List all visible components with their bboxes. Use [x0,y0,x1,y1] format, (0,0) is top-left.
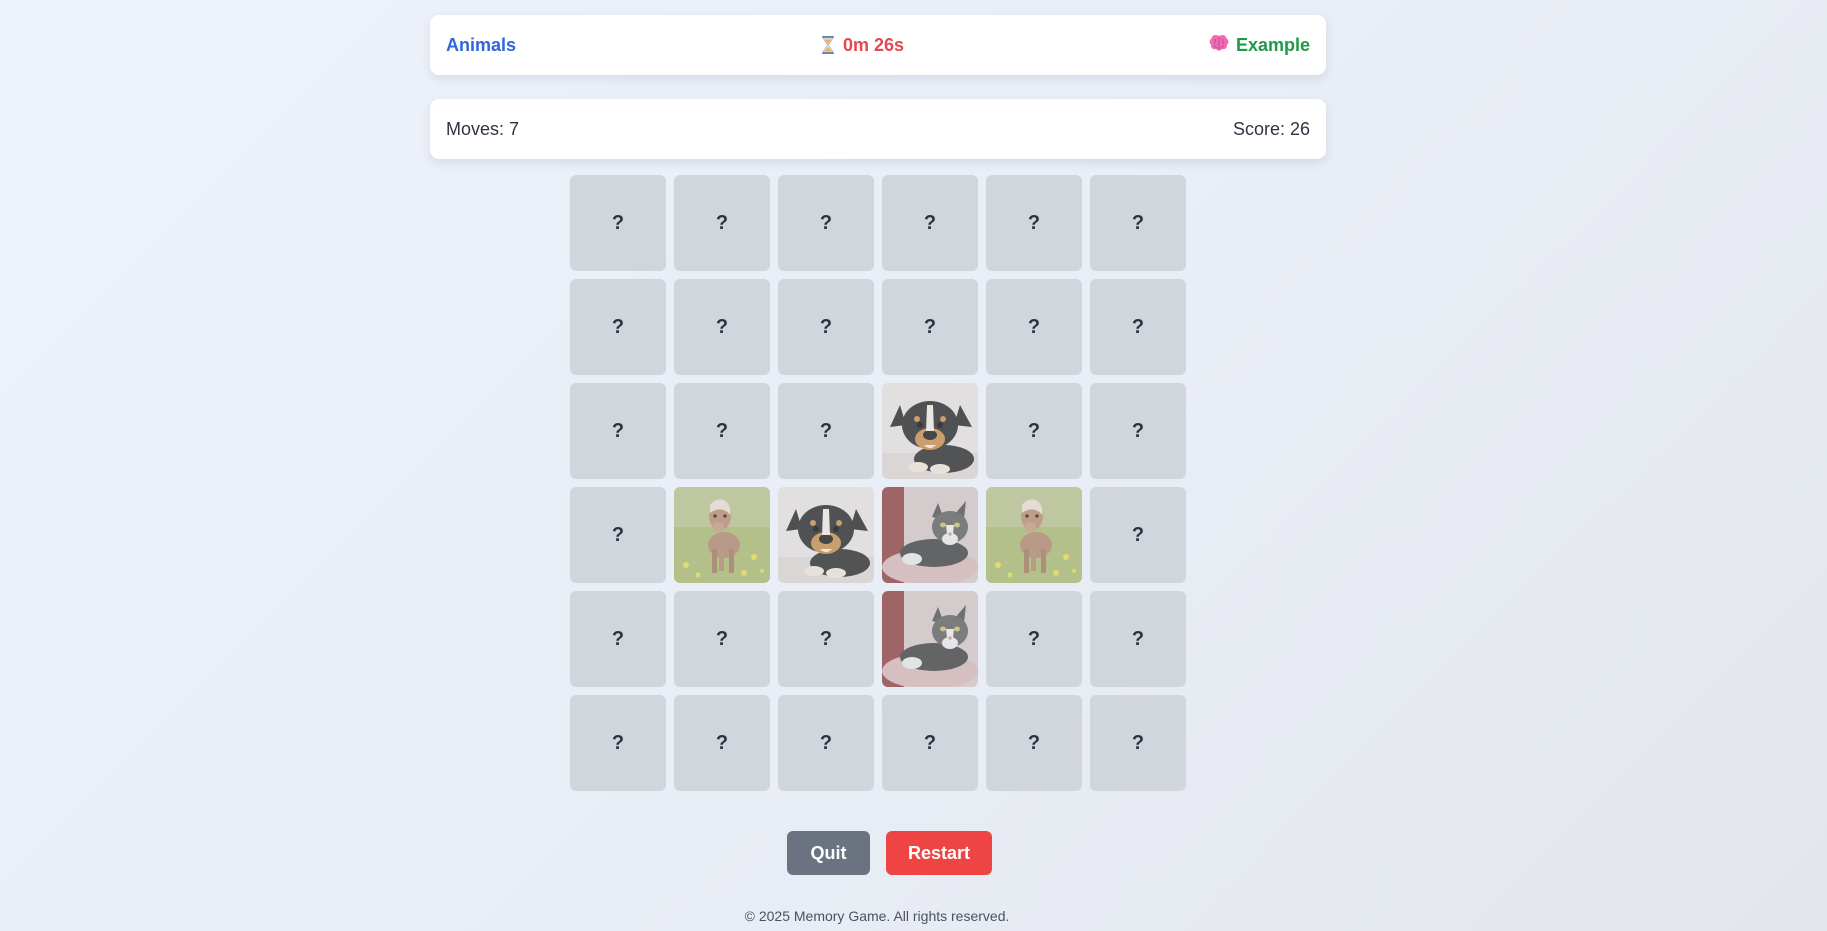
restart-button[interactable]: Restart [886,831,992,875]
memory-card-hidden[interactable]: ? [986,175,1082,271]
memory-card-pony[interactable] [674,487,770,583]
cat-image [882,487,978,583]
memory-card-hidden[interactable]: ? [674,695,770,791]
memory-card-hidden[interactable]: ? [986,695,1082,791]
card-grid: ??????????????? ??? ? ? ? ? ? ? ? ? ? ? … [570,175,1186,791]
memory-card-hidden[interactable]: ? [986,279,1082,375]
memory-card-hidden[interactable]: ? [1090,383,1186,479]
memory-card-hidden[interactable]: ? [1090,591,1186,687]
memory-card-hidden[interactable]: ? [778,383,874,479]
memory-card-hidden[interactable]: ? [1090,695,1186,791]
player-name: Example [1235,34,1310,55]
timer-value: 0m 26s [842,34,905,55]
cat-image [882,591,978,687]
memory-card-puppy[interactable] [882,383,978,479]
memory-card-cat[interactable] [882,487,978,583]
memory-card-hidden[interactable]: ? [882,175,978,271]
game-header: Animals 0m 26s Example [430,15,1326,75]
memory-card-hidden[interactable]: ? [778,279,874,375]
memory-card-hidden[interactable]: ? [986,591,1082,687]
quit-button[interactable]: Quit [787,831,870,875]
footer-copyright: © 2025 Memory Game. All rights reserved. [744,908,1010,924]
memory-card-hidden[interactable]: ? [570,175,666,271]
moves-count: Moves: 7 [446,118,520,139]
player: Example [1209,34,1310,57]
memory-card-hidden[interactable]: ? [778,695,874,791]
memory-card-hidden[interactable]: ? [1090,175,1186,271]
memory-card-pony[interactable] [986,487,1082,583]
pony-image [674,487,770,583]
hourglass-icon [821,36,835,54]
memory-card-hidden[interactable]: ? [778,175,874,271]
score-value: Score: 26 [1232,118,1310,139]
memory-card-hidden[interactable]: ? [882,279,978,375]
memory-card-cat[interactable] [882,591,978,687]
stats-bar: Moves: 7 Score: 26 [430,99,1326,159]
memory-card-hidden[interactable]: ? [570,695,666,791]
memory-card-hidden[interactable]: ? [674,383,770,479]
puppy-image [778,487,874,583]
category-label: Animals [446,34,517,55]
memory-card-hidden[interactable]: ? [570,591,666,687]
memory-card-hidden[interactable]: ? [1090,487,1186,583]
memory-card-hidden[interactable]: ? [986,383,1082,479]
controls: Quit Restart [0,831,1827,875]
memory-card-hidden[interactable]: ? [674,279,770,375]
memory-card-hidden[interactable]: ? [674,175,770,271]
memory-card-puppy[interactable] [778,487,874,583]
memory-card-hidden[interactable]: ? [570,383,666,479]
memory-card-hidden[interactable]: ? [674,591,770,687]
timer: 0m 26s [821,35,904,56]
memory-card-hidden[interactable]: ? [570,487,666,583]
puppy-image [882,383,978,479]
memory-card-hidden[interactable]: ? [882,695,978,791]
memory-card-hidden[interactable]: ? [778,591,874,687]
memory-card-hidden[interactable]: ? [1090,279,1186,375]
brain-icon [1209,34,1229,57]
memory-card-hidden[interactable]: ? [570,279,666,375]
pony-image [986,487,1082,583]
